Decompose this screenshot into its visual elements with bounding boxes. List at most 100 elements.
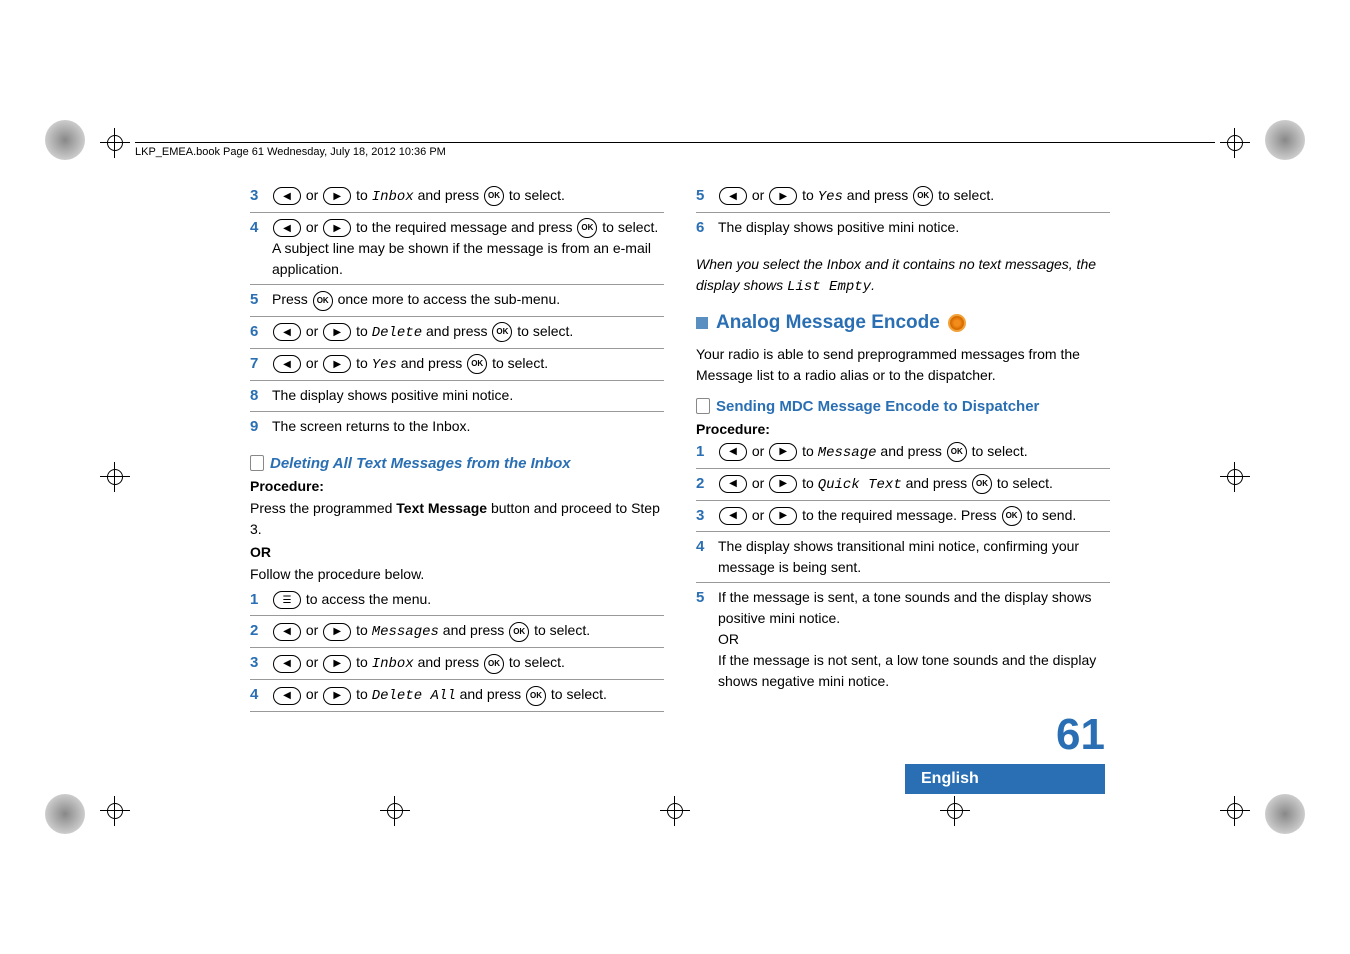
left-arrow-button-icon: ◀ (273, 219, 301, 237)
ok-button-icon: OK (577, 218, 597, 238)
print-registration-mark (1265, 794, 1305, 834)
step-number: 4 (250, 684, 272, 707)
right-arrow-button-icon: ▶ (323, 655, 351, 673)
main-content: 3 ◀ or ▶ to Inbox and press OK to select… (250, 185, 1110, 716)
step-number: 6 (250, 321, 272, 344)
left-arrow-button-icon: ◀ (273, 655, 301, 673)
step-number: 6 (696, 217, 718, 240)
step-number: 7 (250, 353, 272, 376)
left-arrow-button-icon: ◀ (719, 187, 747, 205)
ok-button-icon: OK (492, 322, 512, 342)
or-label: OR (718, 629, 1110, 650)
step-row: 6 ◀ or ▶ to Delete and press OK to selec… (250, 321, 664, 349)
step-row: 1 ◀ or ▶ to Message and press OK to sele… (696, 441, 1110, 469)
language-tab: English (905, 764, 1105, 794)
section-header: Analog Message Encode (696, 312, 1110, 334)
ok-button-icon: OK (972, 474, 992, 494)
step-row: 3 ◀ or ▶ to the required message. Press … (696, 505, 1110, 533)
ok-button-icon: OK (913, 186, 933, 206)
step-number: 3 (696, 505, 718, 528)
step-row: 5 ◀ or ▶ to Yes and press OK to select. (696, 185, 1110, 213)
ok-button-icon: OK (947, 442, 967, 462)
left-arrow-button-icon: ◀ (273, 187, 301, 205)
left-arrow-button-icon: ◀ (273, 623, 301, 641)
menu-option: Messages (372, 624, 439, 640)
section-description: Your radio is able to send preprogrammed… (696, 344, 1110, 386)
crosshair-icon (1220, 462, 1250, 492)
step-number: 3 (250, 652, 272, 675)
step-number: 5 (696, 185, 718, 208)
step-row: 5 If the message is sent, a tone sounds … (696, 587, 1110, 696)
menu-option: Quick Text (818, 477, 902, 493)
step-text: The display shows positive mini notice. (272, 385, 664, 406)
step-text: If the message is sent, a tone sounds an… (718, 587, 1110, 629)
instruction-text: Press the programmed Text Message button… (250, 498, 664, 540)
menu-option: Yes (818, 189, 843, 205)
right-arrow-button-icon: ▶ (769, 187, 797, 205)
step-text: The display shows positive mini notice. (718, 217, 1110, 238)
step-number: 9 (250, 416, 272, 439)
right-arrow-button-icon: ▶ (769, 443, 797, 461)
menu-button-icon: ☰ (273, 591, 301, 609)
menu-option: Delete All (372, 688, 456, 704)
menu-option: Inbox (372, 656, 414, 672)
step-number: 2 (696, 473, 718, 496)
ok-button-icon: OK (509, 622, 529, 642)
step-number: 8 (250, 385, 272, 408)
crosshair-icon (940, 796, 970, 826)
left-arrow-button-icon: ◀ (273, 323, 301, 341)
ok-button-icon: OK (526, 686, 546, 706)
crosshair-icon (1220, 128, 1250, 158)
step-row: 3 ◀ or ▶ to Inbox and press OK to select… (250, 652, 664, 680)
step-number: 1 (696, 441, 718, 464)
sub-section-header: Deleting All Text Messages from the Inbo… (250, 455, 664, 472)
right-arrow-button-icon: ▶ (323, 323, 351, 341)
step-number: 2 (250, 620, 272, 643)
step-extra-note: A subject line may be shown if the messa… (272, 238, 664, 280)
step-number: 4 (250, 217, 272, 240)
left-arrow-button-icon: ◀ (719, 443, 747, 461)
clipboard-icon (696, 398, 710, 414)
step-number: 5 (250, 289, 272, 312)
ok-button-icon: OK (484, 654, 504, 674)
print-registration-mark (45, 120, 85, 160)
sub-section-header: Sending MDC Message Encode to Dispatcher (696, 398, 1110, 415)
left-arrow-button-icon: ◀ (719, 507, 747, 525)
section-bullet-icon (696, 317, 708, 329)
menu-option: Inbox (372, 189, 414, 205)
step-row: 9 The screen returns to the Inbox. (250, 416, 664, 443)
or-label: OR (250, 544, 664, 560)
crosshair-icon (100, 128, 130, 158)
right-arrow-button-icon: ▶ (323, 187, 351, 205)
page-number: 61 (905, 710, 1105, 760)
header-rule (135, 142, 1215, 143)
procedure-label: Procedure: (250, 478, 664, 494)
right-arrow-button-icon: ▶ (323, 623, 351, 641)
step-number: 5 (696, 587, 718, 610)
step-row: 4 The display shows transitional mini no… (696, 536, 1110, 583)
step-row: 1 ☰ to access the menu. (250, 589, 664, 617)
ok-button-icon: OK (484, 186, 504, 206)
left-column: 3 ◀ or ▶ to Inbox and press OK to select… (250, 185, 664, 716)
step-row: 3 ◀ or ▶ to Inbox and press OK to select… (250, 185, 664, 213)
crosshair-icon (100, 796, 130, 826)
right-column: 5 ◀ or ▶ to Yes and press OK to select. … (696, 185, 1110, 716)
ok-button-icon: OK (313, 291, 333, 311)
ok-button-icon: OK (1002, 506, 1022, 526)
print-registration-mark (1265, 120, 1305, 160)
italic-note: When you select the Inbox and it contain… (696, 254, 1110, 298)
step-row: 8 The display shows positive mini notice… (250, 385, 664, 413)
crosshair-icon (100, 462, 130, 492)
page-footer: 61 English (905, 710, 1105, 794)
step-row: 4 ◀ or ▶ to the required message and pre… (250, 217, 664, 285)
section-title: Analog Message Encode (716, 312, 940, 334)
crosshair-icon (1220, 796, 1250, 826)
step-text: The display shows transitional mini noti… (718, 536, 1110, 578)
menu-option: Yes (372, 357, 397, 373)
step-row: 5 Press OK once more to access the sub-m… (250, 289, 664, 317)
left-arrow-button-icon: ◀ (273, 355, 301, 373)
instruction-text: Follow the procedure below. (250, 564, 664, 585)
right-arrow-button-icon: ▶ (769, 507, 797, 525)
procedure-label: Procedure: (696, 421, 1110, 437)
step-row: 4 ◀ or ▶ to Delete All and press OK to s… (250, 684, 664, 712)
